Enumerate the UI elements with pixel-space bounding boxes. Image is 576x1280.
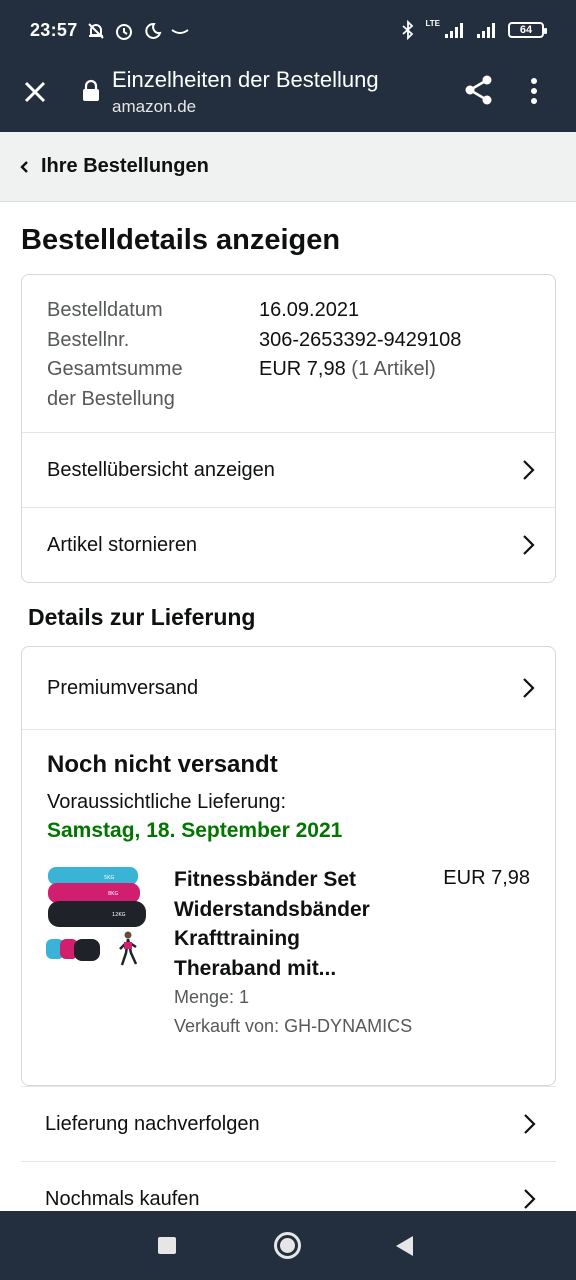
network-type: LTE xyxy=(425,19,440,28)
eta-date: Samstag, 18. September 2021 xyxy=(47,819,343,842)
do-not-disturb-icon xyxy=(145,22,162,39)
order-date-value: 16.09.2021 xyxy=(259,299,360,321)
order-summary-card: Bestelldatum 16.09.2021 Bestellnr. 306-2… xyxy=(21,274,556,583)
track-delivery-label: Lieferung nachverfolgen xyxy=(45,1112,260,1135)
lock-icon[interactable] xyxy=(82,79,100,103)
chevron-right-icon xyxy=(524,1189,536,1209)
battery-level: 64 xyxy=(519,24,533,36)
battery-icon: 64 xyxy=(508,22,547,38)
order-total-label: Gesamtsumme xyxy=(47,358,183,380)
track-delivery-link[interactable]: Lieferung nachverfolgen xyxy=(21,1086,556,1161)
order-total-value: EUR 7,98 xyxy=(259,358,346,380)
delivery-section-title: Details zur Lieferung xyxy=(28,604,256,630)
signal-icon xyxy=(445,23,463,38)
chevron-right-icon xyxy=(523,678,535,698)
chevron-left-icon xyxy=(20,160,28,173)
cancel-items-link[interactable]: Artikel stornieren xyxy=(22,508,555,582)
shipment-status: Noch nicht versandt xyxy=(47,751,278,778)
product-name-link[interactable]: Fitnessbänder Set Widerstandsbänder Kraf… xyxy=(174,865,394,983)
signal-icon xyxy=(477,23,495,38)
status-right-icons: LTE 64 xyxy=(401,19,547,40)
status-time: 23:57 xyxy=(30,20,78,40)
band-label: 5KG xyxy=(104,875,114,881)
product-image[interactable]: 5KG 8KG 12KG xyxy=(46,865,146,971)
chevron-right-icon xyxy=(524,1114,536,1134)
order-info: Bestelldatum 16.09.2021 Bestellnr. 306-2… xyxy=(47,296,461,414)
system-nav-bar xyxy=(0,1211,576,1280)
order-total-label-cont: der Bestellung xyxy=(47,387,175,410)
cancel-items-label: Artikel stornieren xyxy=(47,533,198,556)
eta-label: Voraussichtliche Lieferung: xyxy=(47,791,287,813)
status-bar: 23:57 LTE 64 xyxy=(0,0,576,62)
product-seller: Verkauft von: GH-DYNAMICS xyxy=(174,1016,413,1036)
product-quantity: Menge: 1 xyxy=(174,987,250,1007)
muted-bell-icon xyxy=(88,23,104,39)
close-icon[interactable] xyxy=(20,77,50,107)
share-icon[interactable] xyxy=(463,74,495,106)
more-options-icon[interactable] xyxy=(530,76,538,106)
status-left-icons xyxy=(86,21,190,41)
order-overview-label: Bestellübersicht anzeigen xyxy=(47,458,275,481)
order-number-value: 306-2653392-9429108 xyxy=(259,328,462,351)
order-number-label: Bestellnr. xyxy=(47,328,130,351)
wave-icon xyxy=(171,29,189,34)
shipping-method-label: Premiumversand xyxy=(47,676,199,699)
page-title-bar[interactable]: Einzelheiten der Bestellung xyxy=(112,67,379,93)
breadcrumb-label[interactable]: Ihre Bestellungen xyxy=(41,155,209,178)
order-overview-link[interactable]: Bestellübersicht anzeigen xyxy=(22,433,555,507)
home-icon[interactable] xyxy=(274,1232,301,1259)
band-label: 12KG xyxy=(112,912,126,918)
chevron-right-icon xyxy=(523,460,535,480)
order-date-label: Bestelldatum xyxy=(47,299,163,321)
product-price: EUR 7,98 xyxy=(443,867,530,889)
url-text[interactable]: amazon.de xyxy=(112,97,196,117)
alarm-icon xyxy=(116,24,132,40)
breadcrumb[interactable]: Ihre Bestellungen xyxy=(0,132,576,202)
shipping-method-link[interactable]: Premiumversand xyxy=(22,647,555,729)
recent-apps-icon[interactable] xyxy=(158,1237,176,1254)
buy-again-label: Nochmals kaufen xyxy=(45,1187,200,1210)
chevron-right-icon xyxy=(523,535,535,555)
order-item-count: (1 Artikel) xyxy=(351,358,436,380)
band-label: 8KG xyxy=(108,891,118,897)
back-icon[interactable] xyxy=(396,1236,413,1256)
browser-toolbar: Einzelheiten der Bestellung amazon.de xyxy=(0,62,576,132)
page-title: Bestelldetails anzeigen xyxy=(21,224,341,256)
delivery-card: Premiumversand Noch nicht versandt Vorau… xyxy=(21,646,556,1086)
bluetooth-icon xyxy=(402,20,414,40)
divider xyxy=(22,729,555,730)
